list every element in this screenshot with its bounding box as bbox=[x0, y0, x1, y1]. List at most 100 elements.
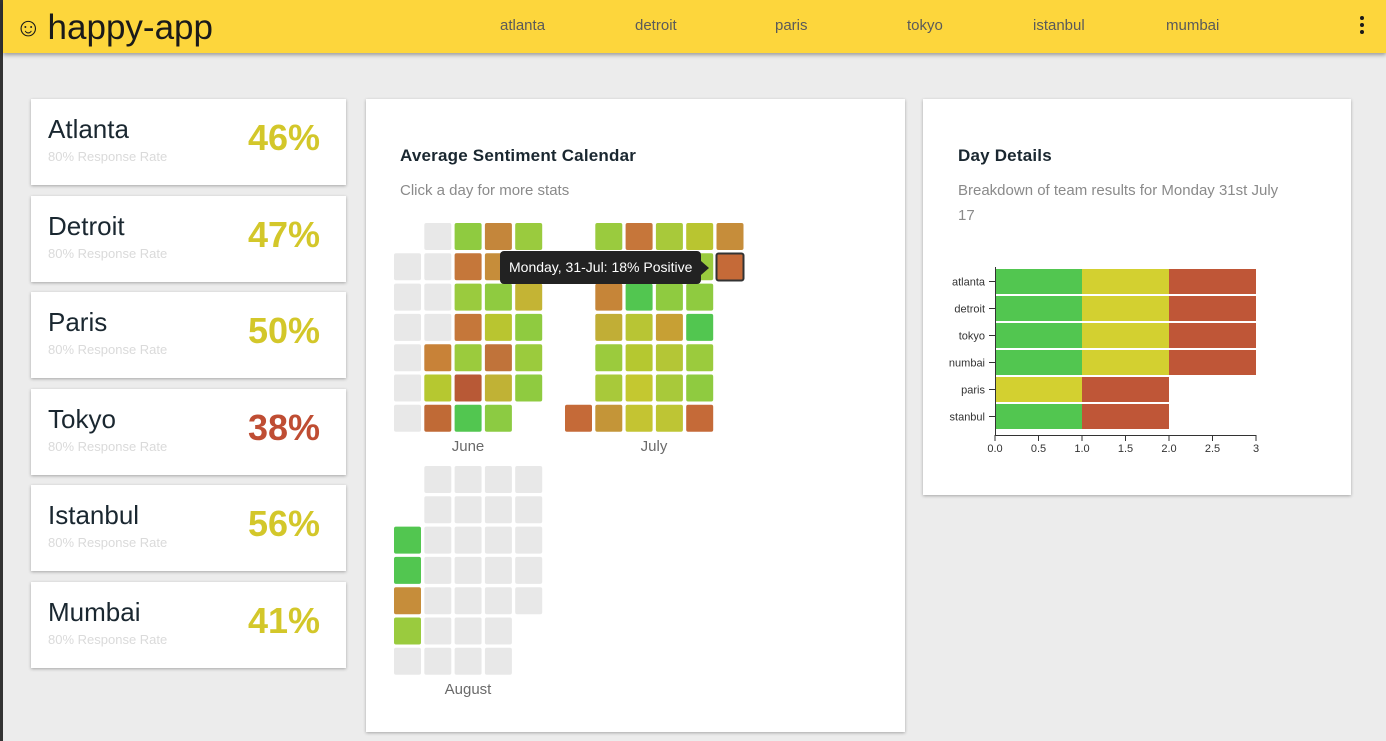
calendar-day-cell[interactable] bbox=[424, 223, 452, 250]
calendar-day-cell[interactable] bbox=[424, 526, 452, 554]
nav-link-istanbul[interactable]: istanbul bbox=[1033, 17, 1085, 34]
calendar-day-cell[interactable] bbox=[484, 344, 512, 372]
city-card-paris[interactable]: Paris 80% Response Rate 50% bbox=[31, 292, 346, 378]
calendar-day-cell[interactable] bbox=[686, 223, 714, 250]
calendar-day-cell[interactable] bbox=[454, 374, 482, 402]
calendar-day-cell[interactable] bbox=[625, 223, 653, 250]
calendar-day-cell[interactable] bbox=[454, 223, 482, 250]
calendar-day-cell[interactable] bbox=[595, 313, 623, 341]
calendar-day-cell[interactable] bbox=[515, 587, 543, 615]
calendar-day-cell[interactable] bbox=[515, 496, 543, 524]
calendar-day-cell[interactable] bbox=[595, 283, 623, 311]
calendar-day-cell[interactable] bbox=[484, 556, 512, 584]
calendar-day-cell[interactable] bbox=[484, 283, 512, 311]
calendar-day-cell[interactable] bbox=[394, 587, 421, 615]
calendar-day-cell[interactable] bbox=[424, 496, 452, 524]
nav-link-mumbai[interactable]: mumbai bbox=[1166, 17, 1219, 34]
calendar-day-cell[interactable] bbox=[716, 223, 744, 250]
calendar-day-cell[interactable] bbox=[625, 404, 653, 432]
calendar-day-cell[interactable] bbox=[595, 404, 623, 432]
calendar-day-cell[interactable] bbox=[424, 647, 452, 675]
city-card-istanbul[interactable]: Istanbul 80% Response Rate 56% bbox=[31, 485, 346, 571]
city-card-mumbai[interactable]: Mumbai 80% Response Rate 41% bbox=[31, 582, 346, 668]
calendar-day-cell[interactable] bbox=[394, 404, 421, 432]
calendar-day-cell[interactable] bbox=[484, 374, 512, 402]
calendar-day-cell[interactable] bbox=[655, 344, 683, 372]
calendar-day-cell[interactable] bbox=[454, 617, 482, 645]
calendar-day-cell[interactable] bbox=[686, 374, 714, 402]
calendar-day-cell[interactable] bbox=[424, 253, 452, 281]
calendar-day-cell[interactable] bbox=[394, 344, 421, 372]
calendar-day-cell[interactable] bbox=[424, 556, 452, 584]
calendar-day-cell[interactable] bbox=[595, 223, 623, 250]
calendar-day-cell[interactable] bbox=[484, 223, 512, 250]
calendar-day-cell[interactable] bbox=[454, 466, 482, 493]
nav-link-atlanta[interactable]: atlanta bbox=[500, 17, 545, 34]
calendar-day-cell[interactable] bbox=[394, 313, 421, 341]
calendar-day-cell[interactable] bbox=[515, 283, 543, 311]
calendar-day-cell[interactable] bbox=[625, 283, 653, 311]
calendar-day-cell[interactable] bbox=[454, 526, 482, 554]
nav-link-tokyo[interactable]: tokyo bbox=[907, 17, 943, 34]
calendar-day-cell[interactable] bbox=[655, 374, 683, 402]
calendar-day-cell[interactable] bbox=[515, 344, 543, 372]
nav-link-paris[interactable]: paris bbox=[775, 17, 808, 34]
calendar-day-cell[interactable] bbox=[394, 526, 421, 554]
calendar-day-cell[interactable] bbox=[394, 617, 421, 645]
calendar-day-cell[interactable] bbox=[515, 223, 543, 250]
calendar-day-cell[interactable] bbox=[454, 313, 482, 341]
calendar-day-cell[interactable] bbox=[515, 374, 543, 402]
calendar-day-cell[interactable] bbox=[686, 344, 714, 372]
city-card-tokyo[interactable]: Tokyo 80% Response Rate 38% bbox=[31, 389, 346, 475]
calendar-day-cell[interactable] bbox=[454, 556, 482, 584]
calendar-day-cell[interactable] bbox=[454, 404, 482, 432]
calendar-day-cell[interactable] bbox=[595, 344, 623, 372]
calendar-day-cell[interactable] bbox=[454, 344, 482, 372]
calendar-day-cell[interactable] bbox=[484, 526, 512, 554]
city-card-atlanta[interactable]: Atlanta 80% Response Rate 46% bbox=[31, 99, 346, 185]
calendar-day-cell[interactable] bbox=[625, 344, 653, 372]
calendar-day-cell[interactable] bbox=[424, 283, 452, 311]
calendar-day-cell[interactable] bbox=[484, 404, 512, 432]
calendar-day-cell[interactable] bbox=[394, 647, 421, 675]
selected-day-cell[interactable] bbox=[715, 252, 745, 282]
calendar-day-cell[interactable] bbox=[424, 466, 452, 493]
calendar-day-cell[interactable] bbox=[655, 404, 683, 432]
calendar-day-cell[interactable] bbox=[424, 404, 452, 432]
calendar-day-cell[interactable] bbox=[424, 313, 452, 341]
calendar-day-cell[interactable] bbox=[454, 283, 482, 311]
calendar-day-cell[interactable] bbox=[625, 313, 653, 341]
calendar-day-cell[interactable] bbox=[394, 283, 421, 311]
app-brand[interactable]: ☺ happy-app bbox=[15, 4, 213, 50]
calendar-day-cell[interactable] bbox=[484, 587, 512, 615]
nav-link-detroit[interactable]: detroit bbox=[635, 17, 677, 34]
calendar-day-cell[interactable] bbox=[424, 587, 452, 615]
more-vert-icon[interactable] bbox=[1358, 14, 1366, 40]
calendar-day-cell[interactable] bbox=[394, 253, 421, 281]
calendar-day-cell[interactable] bbox=[515, 526, 543, 554]
calendar-day-cell[interactable] bbox=[424, 617, 452, 645]
calendar-day-cell[interactable] bbox=[484, 313, 512, 341]
calendar-day-cell[interactable] bbox=[454, 496, 482, 524]
calendar-day-cell[interactable] bbox=[394, 374, 421, 402]
calendar-day-cell[interactable] bbox=[424, 344, 452, 372]
calendar-day-cell[interactable] bbox=[484, 647, 512, 675]
calendar-day-cell[interactable] bbox=[686, 313, 714, 341]
calendar-day-cell[interactable] bbox=[484, 496, 512, 524]
calendar-day-cell[interactable] bbox=[454, 587, 482, 615]
calendar-day-cell[interactable] bbox=[655, 223, 683, 250]
calendar-day-cell[interactable] bbox=[454, 253, 482, 281]
calendar-day-cell[interactable] bbox=[565, 404, 592, 432]
calendar-day-cell[interactable] bbox=[515, 466, 543, 493]
calendar-day-cell[interactable] bbox=[515, 556, 543, 584]
calendar-day-cell[interactable] bbox=[625, 374, 653, 402]
calendar-day-cell[interactable] bbox=[394, 556, 421, 584]
calendar-day-cell[interactable] bbox=[484, 617, 512, 645]
calendar-day-cell[interactable] bbox=[424, 374, 452, 402]
calendar-day-cell[interactable] bbox=[686, 404, 714, 432]
city-card-detroit[interactable]: Detroit 80% Response Rate 47% bbox=[31, 196, 346, 282]
calendar-day-cell[interactable] bbox=[655, 313, 683, 341]
calendar-day-cell[interactable] bbox=[454, 647, 482, 675]
calendar-day-cell[interactable] bbox=[484, 466, 512, 493]
calendar-day-cell[interactable] bbox=[655, 283, 683, 311]
